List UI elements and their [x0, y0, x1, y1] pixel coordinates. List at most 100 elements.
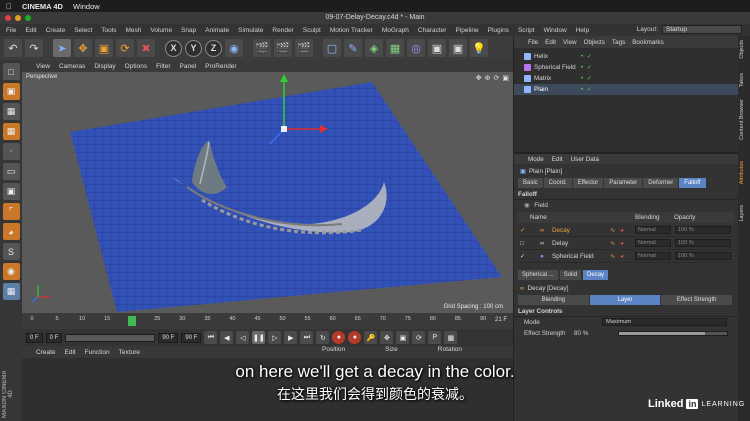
menu-character[interactable]: Character: [418, 27, 447, 34]
object-row[interactable]: Helix • ✓: [514, 51, 738, 62]
attr-tab-effector[interactable]: Effector: [572, 178, 604, 188]
menu-sculpt[interactable]: Sculpt: [303, 27, 321, 34]
move-tool-icon[interactable]: ✥: [74, 39, 92, 57]
menu-help[interactable]: Help: [576, 27, 589, 34]
points-mode-icon[interactable]: ⋅: [2, 143, 20, 160]
pause-icon[interactable]: ❚❚: [252, 331, 266, 344]
model-mode-icon[interactable]: ▣: [2, 83, 20, 100]
axis-z-button[interactable]: Z: [205, 39, 222, 57]
next-key-icon[interactable]: ▶: [284, 331, 298, 344]
cloner-icon[interactable]: ▦: [386, 39, 404, 57]
side-tab-attributes[interactable]: Attributes: [739, 161, 749, 184]
rotation-key-icon[interactable]: ⟳: [412, 331, 426, 344]
next-frame-icon[interactable]: ▷: [268, 331, 282, 344]
mac-window-menu[interactable]: Window: [73, 2, 100, 11]
apple-icon[interactable]: : [6, 2, 12, 11]
viewport[interactable]: Perspective ✥ ⊕ ⟳ ▣ Grid Spacing : 100 c…: [22, 72, 513, 313]
viewport-menu-options[interactable]: Options: [125, 63, 147, 70]
pen-spline-icon[interactable]: ✎: [344, 39, 362, 57]
menu-motion-tracker[interactable]: Motion Tracker: [330, 27, 373, 34]
polygons-mode-icon[interactable]: ▣: [2, 183, 20, 200]
attr-tab-coord[interactable]: Coord.: [543, 178, 572, 188]
field-radio-icon[interactable]: ◉: [524, 202, 530, 209]
axis-y-button[interactable]: Y: [185, 39, 202, 57]
workplane-icon[interactable]: ▦: [2, 123, 20, 140]
attr-tab-basic[interactable]: Basic: [518, 178, 543, 188]
cube-primitive-icon[interactable]: ▢: [323, 39, 341, 57]
field-opacity-field[interactable]: 100 %: [675, 239, 731, 247]
decay-tab-effect-strength[interactable]: Effect Strength: [661, 295, 733, 305]
world-coord-icon[interactable]: ◉: [225, 39, 243, 57]
menu-window[interactable]: Window: [544, 27, 567, 34]
object-menu-tags[interactable]: Tags: [612, 39, 625, 46]
render-picture-viewer-icon[interactable]: 🎬: [274, 39, 292, 57]
effect-strength-slider[interactable]: [618, 331, 728, 336]
axis-x-button[interactable]: X: [165, 39, 182, 57]
attr-tab-falloff[interactable]: Falloff: [679, 178, 706, 188]
field-color-icon[interactable]: ◕: [620, 240, 624, 247]
object-visibility-icon[interactable]: • ✓: [581, 64, 593, 71]
axis-mode-icon[interactable]: ⌜: [2, 203, 20, 220]
field-color-icon[interactable]: ◕: [620, 227, 624, 234]
max-frame-field[interactable]: 90 F: [158, 332, 179, 343]
field-sub-tab[interactable]: Spherical ...: [518, 270, 558, 280]
viewport-menu-view[interactable]: View: [36, 63, 50, 70]
subdivision-icon[interactable]: ◈: [365, 39, 383, 57]
effect-strength-value[interactable]: 80 %: [574, 328, 588, 339]
lock-workplane-icon[interactable]: ◉: [2, 263, 20, 280]
menu-pipeline[interactable]: Pipeline: [455, 27, 478, 34]
field-curve-icon[interactable]: ∿: [610, 240, 615, 247]
zoom-icon[interactable]: ⊕: [485, 74, 491, 82]
toggle-view-icon[interactable]: ▣: [502, 74, 509, 82]
attr-tab-deformer[interactable]: Deformer: [643, 178, 679, 188]
prev-key-icon[interactable]: ◀: [220, 331, 234, 344]
field-blending-dropdown[interactable]: Normal: [635, 226, 671, 234]
record-keys-icon[interactable]: ●: [332, 331, 346, 344]
end-frame-field[interactable]: 90 F: [181, 332, 202, 343]
side-tab-content-browser[interactable]: Content Browser: [739, 99, 749, 140]
field-list-row[interactable]: ✓ ∞ Decay ∿ ◕ Normal 100 %: [518, 224, 734, 237]
object-row[interactable]: Spherical Field • ✓: [514, 62, 738, 73]
viewport-menu-panel[interactable]: Panel: [180, 63, 197, 70]
timeline-playhead[interactable]: [128, 316, 137, 326]
planar-workplane-icon[interactable]: ▦: [2, 283, 20, 300]
menu-animate[interactable]: Animate: [205, 27, 229, 34]
pan-icon[interactable]: ✥: [476, 74, 482, 82]
side-tab-layers[interactable]: Layers: [739, 205, 749, 222]
mode-dropdown[interactable]: Maximum: [602, 318, 727, 326]
viewport-menu-filter[interactable]: Filter: [156, 63, 170, 70]
side-tab-takes[interactable]: Takes: [739, 73, 749, 87]
viewport-menu-display[interactable]: Display: [94, 63, 115, 70]
position-key-icon[interactable]: ✥: [380, 331, 394, 344]
attr-menu-user-data[interactable]: User Data: [571, 156, 599, 163]
pla-key-icon[interactable]: ▦: [444, 331, 458, 344]
attr-menu-mode[interactable]: Mode: [528, 156, 544, 163]
field-list-row[interactable]: □ ∞ Delay ∿ ◕ Normal 100 %: [518, 237, 734, 250]
object-menu-objects[interactable]: Objects: [584, 39, 605, 46]
close-window-button[interactable]: [5, 15, 11, 21]
prev-frame-icon[interactable]: ◁: [236, 331, 250, 344]
make-editable-icon[interactable]: □: [2, 63, 20, 80]
menu-tools[interactable]: Tools: [101, 27, 116, 34]
field-opacity-field[interactable]: 100 %: [675, 252, 731, 260]
preview-range-slider[interactable]: [65, 333, 156, 342]
recent-tool-icon[interactable]: ✖: [137, 39, 155, 57]
menu-mograph[interactable]: MoGraph: [382, 27, 409, 34]
object-menu-edit[interactable]: Edit: [545, 39, 556, 46]
decay-tab-layer[interactable]: Layer: [589, 295, 661, 305]
redo-icon[interactable]: ↷: [25, 39, 43, 57]
object-visibility-icon[interactable]: • ✓: [581, 53, 593, 60]
minimize-window-button[interactable]: [15, 15, 21, 21]
layer-controls-header[interactable]: Layer Controls: [514, 307, 738, 317]
loop-icon[interactable]: ↻: [316, 331, 330, 344]
object-menu-view[interactable]: View: [563, 39, 577, 46]
render-settings-icon[interactable]: 🎬: [295, 39, 313, 57]
undo-icon[interactable]: ↶: [4, 39, 22, 57]
scale-key-icon[interactable]: ▣: [396, 331, 410, 344]
orbit-icon[interactable]: ⟳: [494, 74, 500, 82]
object-row[interactable]: Matrix • ✓: [514, 73, 738, 84]
menu-script[interactable]: Script: [518, 27, 535, 34]
side-tab-objects[interactable]: Objects: [739, 40, 749, 59]
camera-icon[interactable]: ▣: [449, 39, 467, 57]
material-menu-function[interactable]: Function: [85, 349, 110, 356]
